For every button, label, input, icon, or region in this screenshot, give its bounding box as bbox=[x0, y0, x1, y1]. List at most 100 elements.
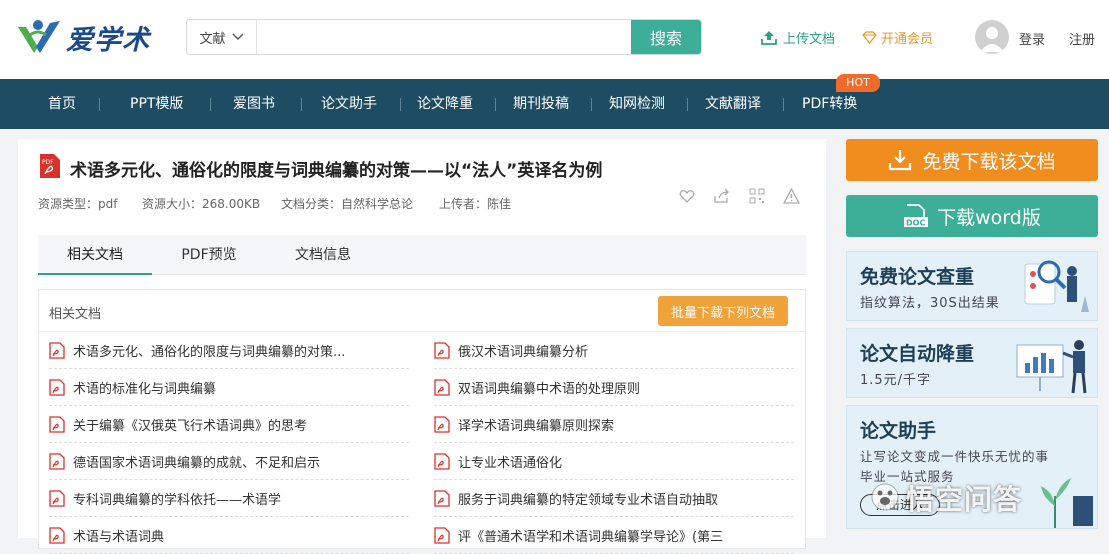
free-download-label: 免费下载该文档 bbox=[922, 150, 1056, 173]
svg-text:DOC: DOC bbox=[906, 219, 925, 228]
list-item[interactable]: 双语词典编纂中术语的处理原则 bbox=[434, 369, 794, 406]
promo-title: 论文助手 bbox=[860, 420, 937, 442]
list-item-title: 服务于词典编纂的特定领域专业术语自动抽取 bbox=[458, 492, 719, 508]
pdf-file-icon bbox=[434, 489, 450, 507]
related-docs-label: 相关文档 bbox=[49, 307, 102, 322]
list-item[interactable]: 让专业术语通俗化 bbox=[434, 443, 794, 480]
diamond-icon bbox=[862, 31, 877, 44]
list-item-title: 德语国家术语词典编纂的成就、不足和启示 bbox=[73, 455, 321, 471]
nav-item-ppt[interactable]: PPT模版 bbox=[130, 79, 183, 129]
promo-plagiarism-check[interactable]: 免费论文查重 指纹算法，30S出结果 bbox=[846, 251, 1098, 321]
login-link[interactable]: 登录 bbox=[1019, 29, 1045, 48]
list-item[interactable]: 服务于词典编纂的特定领域专业术语自动抽取 bbox=[434, 480, 794, 517]
list-item[interactable]: 术语的标准化与词典编纂 bbox=[49, 369, 409, 406]
related-docs-header: 相关文档 批量下载下列文档 bbox=[39, 290, 805, 332]
list-item[interactable]: 俄汉术语词典编纂分析 bbox=[434, 332, 794, 369]
search-type-select[interactable]: 文献 bbox=[187, 20, 257, 54]
plant-illustration-icon bbox=[1041, 478, 1093, 528]
pdf-file-icon bbox=[434, 526, 450, 544]
logo[interactable]: 爱学术 bbox=[16, 14, 161, 60]
nav-divider bbox=[495, 98, 496, 111]
list-item[interactable]: 译学术语词典编纂原则探索 bbox=[434, 406, 794, 443]
pdf-file-icon bbox=[49, 452, 65, 470]
list-item-title: 译学术语词典编纂原则探索 bbox=[458, 418, 615, 434]
warning-icon[interactable] bbox=[783, 188, 800, 204]
nav-item-paper-assistant[interactable]: 论文助手 bbox=[321, 79, 377, 129]
free-download-button[interactable]: 免费下载该文档 bbox=[846, 139, 1098, 181]
batch-download-button[interactable]: 批量下载下列文档 bbox=[658, 296, 788, 326]
nav-divider bbox=[99, 98, 100, 111]
nav-divider bbox=[687, 98, 688, 111]
qrcode-icon[interactable] bbox=[749, 188, 765, 204]
nav-item-journal[interactable]: 期刊投稿 bbox=[513, 79, 569, 129]
vip-label: 开通会员 bbox=[881, 32, 934, 47]
list-item[interactable]: 关于编纂《汉俄英飞行术语词典》的思考 bbox=[49, 406, 409, 443]
paw-icon bbox=[871, 483, 899, 511]
list-item-title: 专科词典编纂的学科依托——术语学 bbox=[73, 492, 282, 508]
nav-divider bbox=[400, 98, 401, 111]
promo-auto-rewrite[interactable]: 论文自动降重 1.5元/千字 bbox=[846, 328, 1098, 398]
register-link[interactable]: 注册 bbox=[1069, 29, 1095, 48]
doc-file-icon: DOC bbox=[904, 204, 929, 228]
meta-category: 文档分类：自然科学总论 bbox=[281, 197, 414, 211]
promo-subtitle: 让写论文变成一件快乐无忧的事 bbox=[860, 449, 1050, 464]
main-nav: 首页 PPT模版 爱图书 论文助手 论文降重 期刊投稿 知网检测 文献翻译 PD… bbox=[0, 79, 1109, 129]
list-item-title: 双语词典编纂中术语的处理原则 bbox=[458, 381, 641, 397]
logo-text: 爱学术 bbox=[66, 24, 150, 56]
word-download-button[interactable]: DOC 下载word版 bbox=[846, 195, 1098, 237]
list-item-title: 评《普通术语学和术语词典编纂学导论》(第三 bbox=[458, 529, 724, 545]
list-item-title: 术语与术语词典 bbox=[73, 529, 165, 545]
svg-text:PDF: PDF bbox=[42, 159, 54, 166]
pdf-file-icon bbox=[49, 489, 65, 507]
meta-type: 资源类型：pdf bbox=[38, 197, 118, 211]
heart-icon[interactable] bbox=[679, 188, 695, 204]
upload-link[interactable]: 上传文档 bbox=[760, 28, 835, 47]
tab-related-docs[interactable]: 相关文档 bbox=[38, 235, 152, 275]
chevron-down-icon bbox=[232, 33, 243, 40]
search-type-label: 文献 bbox=[199, 31, 226, 47]
search-input[interactable] bbox=[257, 20, 631, 54]
list-item[interactable]: 术语多元化、通俗化的限度与词典编纂的对策... bbox=[49, 332, 409, 369]
document-tabs: 相关文档 PDF预览 文档信息 bbox=[38, 235, 806, 275]
pdf-file-icon bbox=[49, 526, 65, 544]
vip-link[interactable]: 开通会员 bbox=[862, 28, 933, 47]
presentation-chart-icon bbox=[1016, 340, 1087, 394]
avatar[interactable] bbox=[975, 20, 1009, 54]
hot-badge: HOT bbox=[836, 74, 880, 92]
pdf-file-icon bbox=[434, 341, 450, 359]
logo-icon bbox=[18, 20, 60, 53]
pdf-file-icon bbox=[434, 452, 450, 470]
nav-item-books[interactable]: 爱图书 bbox=[233, 79, 275, 129]
pdf-file-icon bbox=[49, 341, 65, 359]
download-icon bbox=[889, 150, 912, 171]
document-panel: PDF 术语多元化、通俗化的限度与词典编纂的对策——以“法人”英译名为例 资源类… bbox=[18, 139, 826, 554]
promo-subtitle: 指纹算法，30S出结果 bbox=[860, 296, 1000, 311]
search-button[interactable]: 搜索 bbox=[631, 20, 701, 54]
promo-title: 免费论文查重 bbox=[860, 266, 975, 288]
list-item[interactable]: 专科词典编纂的学科依托——术语学 bbox=[49, 480, 409, 517]
related-docs-panel: 相关文档 批量下载下列文档 术语多元化、通俗化的限度与词典编纂的对策... 术语… bbox=[38, 289, 806, 554]
nav-item-cnki-check[interactable]: 知网检测 bbox=[609, 79, 665, 129]
list-item[interactable]: 术语与术语词典 bbox=[49, 517, 409, 554]
list-item[interactable]: 德语国家术语词典编纂的成就、不足和启示 bbox=[49, 443, 409, 480]
meta-uploader: 上传者：陈佳 bbox=[439, 197, 512, 211]
user-icon bbox=[980, 27, 1004, 52]
magnifier-illustration-icon bbox=[1024, 260, 1089, 312]
tab-doc-info[interactable]: 文档信息 bbox=[266, 235, 380, 275]
nav-item-translate[interactable]: 文献翻译 bbox=[705, 79, 761, 129]
nav-item-paper-rewrite[interactable]: 论文降重 bbox=[417, 79, 473, 129]
watermark: 悟空问答 bbox=[906, 483, 1023, 516]
word-download-label: 下载word版 bbox=[937, 206, 1041, 229]
tab-pdf-preview[interactable]: PDF预览 bbox=[152, 235, 266, 275]
pdf-file-icon: PDF bbox=[40, 154, 60, 178]
list-item-title: 俄汉术语词典编纂分析 bbox=[458, 344, 589, 360]
nav-item-home[interactable]: 首页 bbox=[48, 79, 76, 129]
list-item-title: 术语多元化、通俗化的限度与词典编纂的对策... bbox=[73, 344, 346, 360]
list-item-title: 关于编纂《汉俄英飞行术语词典》的思考 bbox=[73, 418, 308, 434]
pdf-file-icon bbox=[434, 378, 450, 396]
nav-divider bbox=[210, 98, 211, 111]
upload-label: 上传文档 bbox=[783, 32, 836, 47]
list-item[interactable]: 评《普通术语学和术语词典编纂学导论》(第三 bbox=[434, 517, 794, 554]
list-item-title: 术语的标准化与词典编纂 bbox=[73, 381, 217, 397]
share-icon[interactable] bbox=[713, 188, 730, 204]
